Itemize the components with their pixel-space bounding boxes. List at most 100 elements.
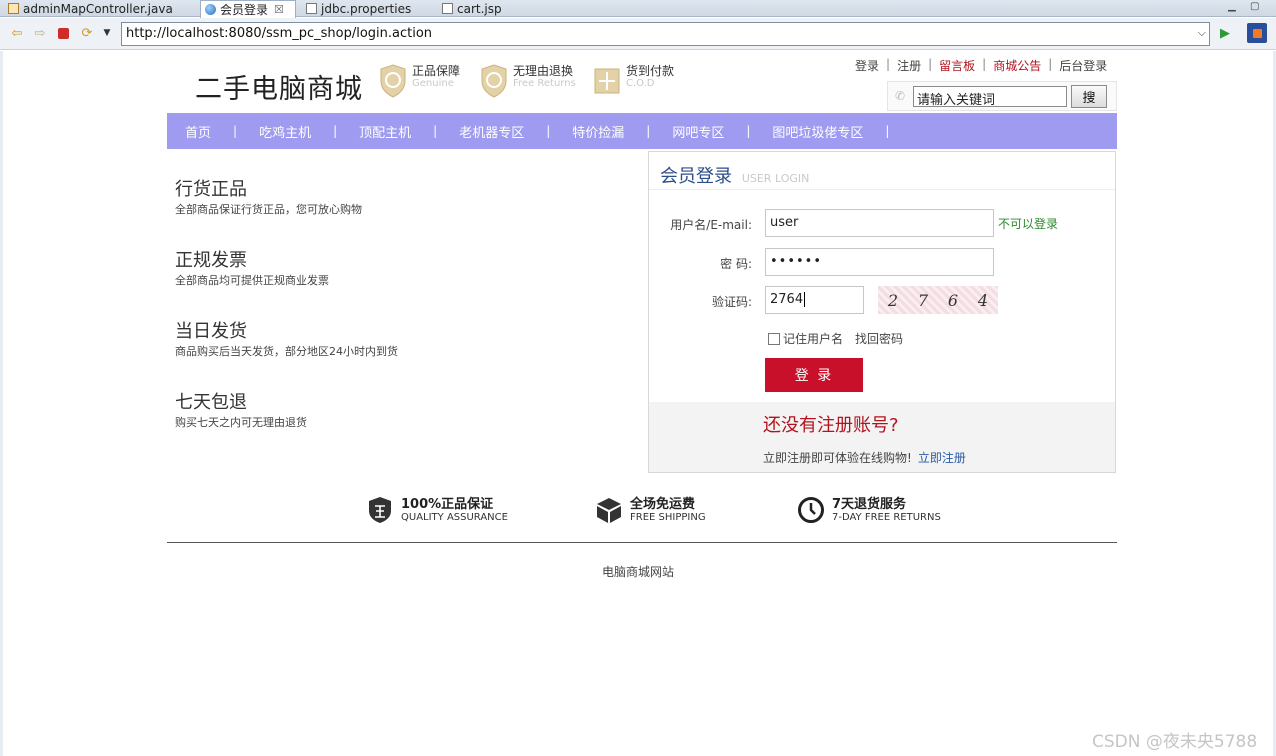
username-label: 用户名/E-mail: bbox=[670, 218, 752, 232]
feature-item: 行货正品 全部商品保证行货正品，您可放心购物 bbox=[175, 179, 398, 217]
register-link[interactable]: 注册 bbox=[897, 57, 921, 74]
captcha-image[interactable]: 2 7 6 4 bbox=[878, 286, 998, 314]
feature-item: 当日发货 商品购买后当天发货，部分地区24小时内到货 bbox=[175, 321, 398, 359]
divider: | bbox=[885, 124, 890, 138]
external-browser-icon[interactable] bbox=[1247, 23, 1267, 43]
site-logo[interactable]: 二手电脑商城 bbox=[195, 67, 363, 106]
properties-file-icon bbox=[306, 3, 317, 14]
register-tip: 立即注册即可体验在线购物! 立即注册 bbox=[763, 449, 966, 466]
divider: | bbox=[333, 124, 338, 138]
divider: | bbox=[646, 124, 651, 138]
service-title: 100%正品保证 bbox=[401, 496, 494, 512]
divider: | bbox=[746, 124, 751, 138]
login-link[interactable]: 登录 bbox=[855, 57, 879, 74]
refresh-icon[interactable]: ⟳ bbox=[79, 25, 95, 41]
tab-jdbc-properties[interactable]: jdbc.properties bbox=[302, 0, 415, 17]
captcha-char: 4 bbox=[977, 290, 989, 310]
stop-icon[interactable] bbox=[55, 25, 71, 41]
service-sub: FREE SHIPPING bbox=[630, 511, 706, 523]
java-file-icon bbox=[8, 3, 19, 14]
history-dropdown-icon[interactable]: ▼ bbox=[99, 25, 115, 41]
feature-title: 正规发票 bbox=[175, 250, 247, 271]
browser-toolbar: ⇦ ⇨ ⟳ ▼ http://localhost:8080/ssm_pc_sho… bbox=[0, 18, 1276, 50]
login-header: 会员登录 USER LOGIN bbox=[649, 152, 1115, 190]
tab-admin-map-controller[interactable]: adminMapController.java bbox=[4, 0, 177, 17]
register-now-link[interactable]: 立即注册 bbox=[918, 451, 966, 465]
cash-on-delivery-icon bbox=[594, 68, 620, 94]
url-text: http://localhost:8080/ssm_pc_shop/login.… bbox=[126, 26, 433, 41]
username-field[interactable]: user bbox=[765, 209, 994, 237]
assurance-title: 货到付款 bbox=[626, 64, 675, 78]
address-bar[interactable]: http://localhost:8080/ssm_pc_shop/login.… bbox=[121, 22, 1210, 46]
feature-desc: 商品购买后当天发货，部分地区24小时内到货 bbox=[175, 345, 398, 358]
editor-tab-bar: adminMapController.java 会员登录 ☒ jdbc.prop… bbox=[0, 0, 1276, 18]
assurance-sub: Genuine bbox=[412, 78, 454, 89]
password-field[interactable]: •••••• bbox=[765, 248, 994, 276]
maximize-icon[interactable]: ▢ bbox=[1250, 1, 1259, 12]
minimize-icon[interactable]: ▁ bbox=[1228, 1, 1236, 12]
close-tab-icon[interactable]: ☒ bbox=[274, 3, 284, 16]
assurance-sub: C.O.D bbox=[626, 78, 655, 89]
divider: | bbox=[433, 124, 438, 138]
captcha-field[interactable]: 2764 bbox=[765, 286, 864, 314]
remember-checkbox[interactable] bbox=[768, 332, 780, 345]
nav-item-gaming[interactable]: 吃鸡主机 bbox=[259, 122, 311, 141]
shield-icon bbox=[380, 64, 406, 98]
assurance-title: 正品保障 bbox=[412, 64, 461, 78]
announcement-link[interactable]: 商城公告 bbox=[993, 57, 1041, 74]
shield-icon bbox=[481, 64, 507, 98]
assurance-genuine: 正品保障 Genuine bbox=[379, 64, 460, 98]
feature-title: 行货正品 bbox=[175, 179, 247, 200]
captcha-char: 6 bbox=[947, 290, 959, 310]
browser-globe-icon bbox=[205, 4, 216, 15]
message-board-link[interactable]: 留言板 bbox=[939, 57, 975, 74]
nav-item-budget[interactable]: 图吧垃圾佬专区 bbox=[772, 122, 863, 141]
login-button[interactable]: 登 录 bbox=[765, 358, 863, 392]
divider: | bbox=[1048, 57, 1053, 71]
nav-item-home[interactable]: 首页 bbox=[185, 122, 211, 141]
jsp-file-icon bbox=[442, 3, 453, 14]
forward-arrow-icon[interactable]: ⇨ bbox=[32, 25, 48, 41]
assurance-title: 无理由退换 bbox=[513, 64, 574, 78]
search-button[interactable]: 搜 bbox=[1071, 85, 1107, 108]
search-input[interactable]: 请输入关键词 bbox=[913, 86, 1067, 108]
chevron-down-icon[interactable]: ⌵ bbox=[1198, 26, 1206, 40]
remember-row: 记住用户名 找回密码 bbox=[768, 330, 903, 347]
footer-text: 电脑商城网站 bbox=[601, 565, 674, 579]
forgot-password-link[interactable]: 找回密码 bbox=[855, 330, 903, 347]
register-area: 还没有注册账号? 立即注册即可体验在线购物! 立即注册 bbox=[649, 402, 1115, 472]
divider: | bbox=[982, 57, 987, 71]
assurance-free-returns: 无理由退换 Free Returns bbox=[480, 64, 576, 98]
service-title: 7天退货服务 bbox=[832, 496, 907, 512]
nav-item-high-end[interactable]: 顶配主机 bbox=[359, 122, 411, 141]
feature-desc: 购买七天之内可无理由退货 bbox=[175, 416, 307, 429]
nav-item-bargains[interactable]: 特价捡漏 bbox=[572, 122, 624, 141]
search-bar: ✆ 请输入关键词 搜 bbox=[887, 81, 1117, 111]
password-label: 密 码: bbox=[720, 257, 752, 271]
tab-login-page[interactable]: 会员登录 ☒ bbox=[200, 0, 296, 18]
nav-item-net-cafe[interactable]: 网吧专区 bbox=[672, 122, 724, 141]
login-panel: 会员登录 USER LOGIN 用户名/E-mail: user 不可以登录 密… bbox=[648, 151, 1116, 473]
captcha-char: 7 bbox=[917, 290, 929, 310]
nav-item-old-machines[interactable]: 老机器专区 bbox=[459, 122, 524, 141]
login-title: 会员登录 bbox=[660, 166, 732, 187]
assurance-sub: Free Returns bbox=[513, 78, 576, 89]
phone-icon: ✆ bbox=[895, 89, 906, 103]
footer-divider bbox=[167, 542, 1117, 543]
login-title-en: USER LOGIN bbox=[741, 172, 810, 185]
divider: | bbox=[233, 124, 238, 138]
go-icon[interactable]: ▶ bbox=[1217, 25, 1233, 41]
remember-label[interactable]: 记住用户名 bbox=[783, 330, 843, 347]
tab-label: adminMapController.java bbox=[23, 1, 173, 16]
divider: | bbox=[886, 57, 891, 71]
tab-cart-jsp[interactable]: cart.jsp bbox=[438, 0, 506, 17]
no-account-heading: 还没有注册账号? bbox=[763, 415, 899, 436]
captcha-input-value: 2764 bbox=[770, 292, 804, 307]
back-arrow-icon[interactable]: ⇦ bbox=[9, 25, 25, 41]
service-sub: 7-DAY FREE RETURNS bbox=[832, 511, 941, 523]
divider: | bbox=[928, 57, 933, 71]
admin-login-link[interactable]: 后台登录 bbox=[1059, 57, 1107, 74]
feature-desc: 全部商品保证行货正品，您可放心购物 bbox=[175, 203, 362, 216]
feature-item: 正规发票 全部商品均可提供正规商业发票 bbox=[175, 250, 398, 288]
captcha-label: 验证码: bbox=[711, 295, 752, 309]
